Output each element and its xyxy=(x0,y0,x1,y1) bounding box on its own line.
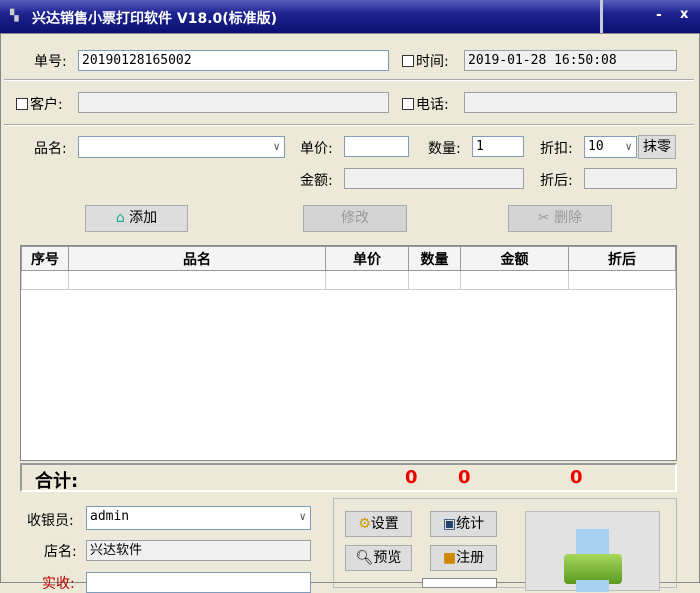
settings-button[interactable]: ⚙设置 xyxy=(345,511,412,537)
chevron-down-icon: ∨ xyxy=(299,510,306,523)
product-name-label: 品名: xyxy=(34,141,67,157)
time-input[interactable]: 2019-01-28 16:50:08 xyxy=(464,50,677,71)
col-price[interactable]: 单价 xyxy=(325,246,409,271)
product-name-select[interactable]: ∨ xyxy=(78,136,285,158)
price-label: 单价: xyxy=(300,141,333,157)
time-checkbox[interactable] xyxy=(402,55,414,67)
total-after: 0 xyxy=(570,467,583,488)
after-discount-input[interactable] xyxy=(584,168,677,189)
title-separator xyxy=(600,0,603,33)
totals-label: 合计: xyxy=(35,471,79,492)
phone-input[interactable] xyxy=(464,92,677,113)
delete-button[interactable]: ✂ 删除 xyxy=(508,205,612,232)
total-qty: 0 xyxy=(405,467,418,488)
discount-value: 10 xyxy=(588,139,604,154)
discount-label: 折扣: xyxy=(540,141,573,157)
customer-checkbox-row[interactable]: 客户: xyxy=(16,94,63,114)
stats-label: 统计 xyxy=(456,516,485,532)
register-label: 注册 xyxy=(456,550,485,566)
home-icon: ⌂ xyxy=(115,210,125,226)
close-button[interactable]: x xyxy=(680,7,688,22)
cashier-label: 收银员: xyxy=(27,513,74,529)
shop-input[interactable]: 兴达软件 xyxy=(86,540,311,561)
order-no-input[interactable]: 20190128165002 xyxy=(78,50,389,71)
phone-checkbox[interactable] xyxy=(402,98,414,110)
qty-input[interactable]: 1 xyxy=(472,136,524,157)
chevron-down-icon: ∨ xyxy=(625,140,632,153)
magnifier-icon: 🔍︎ xyxy=(355,550,374,566)
edit-button[interactable]: 修改 xyxy=(303,205,407,232)
customer-label: 客户: xyxy=(30,97,63,113)
totals-bar: 合计: 0 0 0 xyxy=(20,463,677,492)
customer-input[interactable] xyxy=(78,92,389,113)
window-title: 兴达销售小票打印软件 V18.0(标准版) xyxy=(32,11,278,27)
add-label: 添加 xyxy=(129,210,158,226)
preview-label: 预览 xyxy=(373,550,402,566)
received-label: 实收: xyxy=(42,576,75,592)
table-row[interactable] xyxy=(21,270,676,290)
time-label: 时间: xyxy=(416,54,449,70)
price-input[interactable] xyxy=(344,136,409,157)
amount-input[interactable] xyxy=(344,168,524,189)
phone-label: 电话: xyxy=(416,97,449,113)
col-after[interactable]: 折后 xyxy=(568,246,676,271)
round-off-button[interactable]: 抹零 xyxy=(638,135,676,159)
time-checkbox-row[interactable]: 时间: xyxy=(402,51,449,71)
add-button[interactable]: ⌂ 添加 xyxy=(85,205,188,232)
phone-checkbox-row[interactable]: 电话: xyxy=(402,94,449,114)
chevron-down-icon: ∨ xyxy=(273,140,280,153)
qty-label: 数量: xyxy=(428,141,461,157)
extra-button[interactable] xyxy=(422,578,497,588)
col-qty[interactable]: 数量 xyxy=(408,246,461,271)
customer-checkbox[interactable] xyxy=(16,98,28,110)
col-amount[interactable]: 金额 xyxy=(460,246,569,271)
order-no-label: 单号: xyxy=(34,54,67,70)
truck-icon: ■ xyxy=(442,550,457,566)
settings-icon: ⚙ xyxy=(358,516,371,532)
cashier-select[interactable]: admin ∨ xyxy=(86,506,311,530)
title-bar: ▚ 兴达销售小票打印软件 V18.0(标准版) - x xyxy=(0,0,700,33)
amount-label: 金额: xyxy=(300,173,333,189)
preview-button[interactable]: 🔍︎预览 xyxy=(345,545,412,571)
divider xyxy=(4,124,694,126)
minimize-button[interactable]: - xyxy=(656,7,662,23)
app-icon: ▚ xyxy=(10,9,19,22)
print-button[interactable] xyxy=(525,511,660,592)
scissors-icon: ✂ xyxy=(537,210,550,226)
items-table-container: 序号 品名 单价 数量 金额 折后 xyxy=(20,245,677,461)
discount-select[interactable]: 10 ∨ xyxy=(584,136,637,158)
col-index[interactable]: 序号 xyxy=(21,246,69,271)
total-amount: 0 xyxy=(458,467,471,488)
register-button[interactable]: ■注册 xyxy=(430,545,497,571)
stats-button[interactable]: ▣统计 xyxy=(430,511,497,537)
stats-icon: ▣ xyxy=(442,516,457,532)
items-table: 序号 品名 单价 数量 金额 折后 xyxy=(21,246,676,290)
shop-label: 店名: xyxy=(44,544,77,560)
settings-label: 设置 xyxy=(370,516,399,532)
cashier-value: admin xyxy=(90,509,130,524)
divider xyxy=(4,79,694,81)
after-discount-label: 折后: xyxy=(540,173,573,189)
printer-paper-icon xyxy=(576,580,609,592)
col-name[interactable]: 品名 xyxy=(68,246,326,271)
delete-label: 删除 xyxy=(554,210,583,226)
